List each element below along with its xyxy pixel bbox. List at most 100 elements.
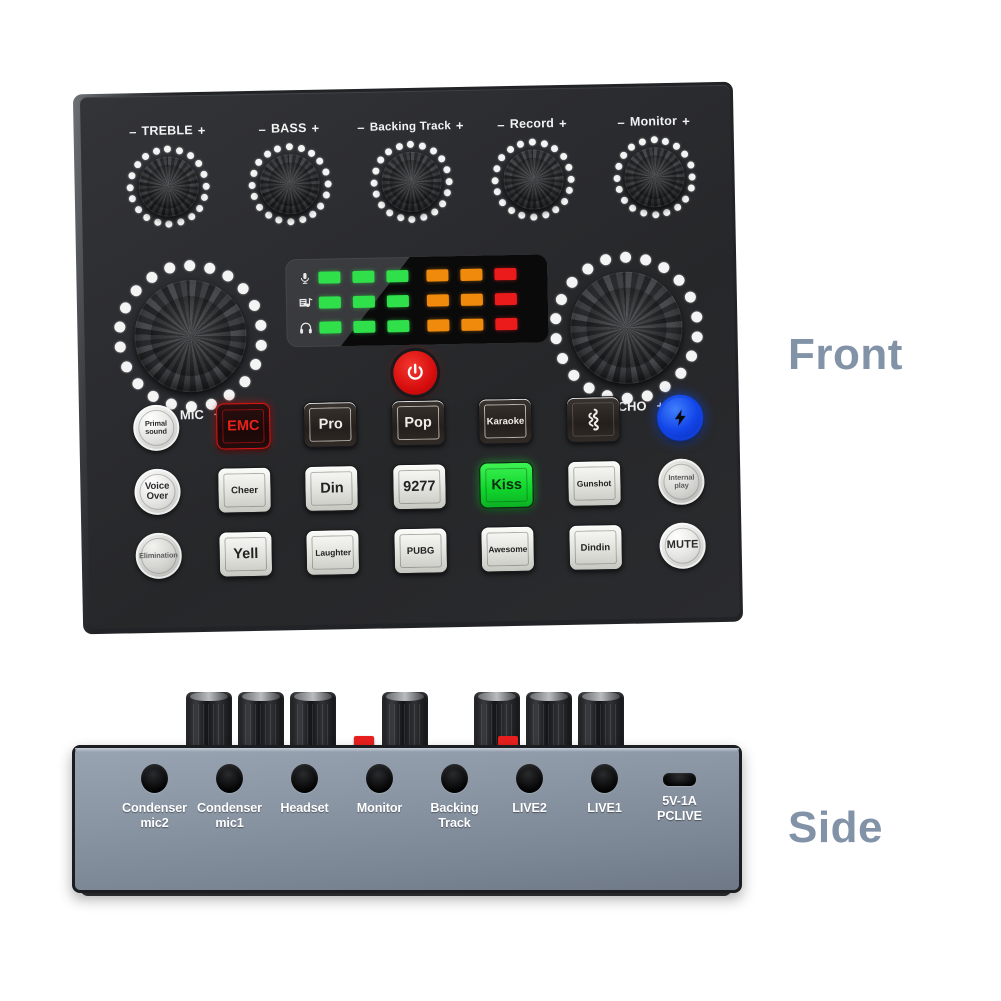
pop-button[interactable]: Pop [390, 399, 446, 447]
pubg-button-label: PUBG [406, 545, 435, 557]
led-orange-1-4 [426, 269, 449, 282]
knob-led-dot [507, 206, 516, 215]
emc-button[interactable]: EMC [215, 402, 271, 450]
knob-led-dot [675, 367, 687, 380]
knob-led-dot [274, 144, 282, 153]
knob-led-dot [673, 203, 682, 211]
cheer-button[interactable]: Cheer [217, 466, 273, 514]
dindin-button[interactable]: Dindin [567, 523, 623, 571]
led-row-3 [295, 313, 538, 338]
record-knob[interactable] [490, 137, 576, 223]
led-orange-2-5 [460, 293, 484, 306]
internal-play-button[interactable]: Internal play [658, 458, 705, 506]
jack-hole-icon [516, 764, 543, 793]
kiss-button-label: Kiss [491, 476, 523, 494]
knob-led-dot [239, 376, 251, 388]
primal-sound-button[interactable]: Primal sound [132, 404, 180, 452]
button-row-2: Voice Over Cheer Din 9277 Kiss Gunshot Internal… [113, 449, 726, 525]
gunshot-button[interactable]: Gunshot [566, 459, 622, 507]
cheer-button-label: Cheer [231, 484, 259, 496]
lightning-effect-button[interactable] [656, 394, 704, 442]
jack-hole-icon [216, 764, 243, 793]
bass-knob[interactable] [247, 141, 333, 227]
backing-track-knob[interactable] [369, 139, 455, 225]
grid-cell: Dindin [551, 523, 639, 572]
condenser-mic2-port[interactable]: Condenser mic2 [117, 764, 192, 876]
knob-led-dot [184, 259, 196, 271]
knob-led-dot [650, 135, 658, 143]
awesome-button[interactable]: Awesome [480, 525, 536, 573]
knob-led-dot [685, 350, 698, 363]
din-button[interactable]: Din [304, 464, 360, 512]
yell-button[interactable]: Yell [218, 530, 274, 578]
9277-button[interactable]: 9277 [391, 463, 447, 511]
elimination-button[interactable]: Elimination [135, 532, 182, 580]
knob-led-dot [491, 176, 499, 184]
led-orange-3-4 [427, 319, 450, 332]
knob-led-dot [685, 291, 697, 304]
knob-led-dot [285, 142, 293, 150]
knob-led-dot [131, 377, 144, 389]
device-face: – TREBLE + – BASS + – Backing Track + – Record + – Mo… [79, 84, 741, 630]
mic-knob[interactable] [111, 257, 270, 416]
side-knob-1[interactable] [186, 692, 232, 752]
front-panel-device: – TREBLE + – BASS + – Backing Track + – Record + – Mo… [72, 81, 744, 635]
knob-led-dot [255, 339, 267, 351]
led-green-3-2 [353, 320, 376, 334]
echo-knob[interactable] [547, 248, 706, 407]
monitor-port[interactable]: Monitor [342, 764, 417, 876]
voice-over-button-label: Over [146, 490, 169, 503]
port-row: Condenser mic2 Condenser mic1 Headset Monit… [117, 764, 717, 876]
headset-port[interactable]: Headset [267, 764, 342, 876]
condenser-mic1-port[interactable]: Condenser mic1 [192, 764, 267, 876]
backing-track-plus-sign: + [455, 117, 464, 133]
grid-cell: Kiss [463, 461, 551, 509]
side-knob-2[interactable] [238, 692, 284, 752]
grid-cell: Pro [287, 400, 375, 449]
grid-cell [636, 394, 724, 442]
pubg-button[interactable]: PUBG [393, 527, 448, 575]
condenser-mic1-port-label: Condenser mic1 [197, 801, 262, 830]
treble-knob[interactable] [126, 144, 212, 230]
side-knob-3[interactable] [290, 692, 336, 752]
side-knob-4[interactable] [382, 692, 428, 752]
grid-cell: Elimination [114, 532, 202, 580]
knob-cell-record: – Record + [471, 113, 595, 251]
pro-button[interactable]: Pro [303, 400, 359, 449]
jack-hole-icon [441, 764, 468, 793]
backing-track-port[interactable]: Backing Track [417, 764, 492, 876]
treble-label-text: TREBLE [141, 123, 193, 139]
voice-over-button[interactable]: Voice Over [133, 468, 181, 516]
karaoke-button[interactable]: Karaoke [478, 397, 533, 445]
live1-port-label: LIVE1 [587, 801, 622, 815]
kiss-button[interactable]: Kiss [479, 461, 535, 509]
led-rows [285, 254, 549, 347]
gunshot-button-label: Gunshot [576, 478, 612, 489]
led-green-3-1 [319, 321, 342, 334]
knob-led-dot [250, 169, 258, 177]
monitor-knob[interactable] [612, 134, 698, 220]
power-button[interactable] [392, 350, 438, 396]
yell-button-label: Yell [233, 545, 259, 563]
treble-minus-sign: – [129, 123, 137, 139]
side-knob-7[interactable] [578, 692, 624, 752]
bass-minus-sign: – [258, 121, 267, 137]
usb-power-port[interactable]: 5V-1A PCLIVE [642, 764, 717, 876]
primal-sound-button-label: sound [145, 426, 167, 437]
side-knob-6[interactable] [526, 692, 572, 752]
knob-led-dot [371, 167, 379, 175]
knob-led-dot [621, 196, 629, 204]
sound-effect-icon-button[interactable] [565, 395, 621, 443]
record-minus-sign: – [497, 116, 505, 132]
knob-led-dot [691, 331, 703, 343]
knob-led-dot [408, 216, 416, 224]
record-knob-body[interactable] [502, 148, 564, 211]
mute-button[interactable]: MUTE [659, 522, 707, 570]
knob-led-dot [143, 213, 151, 222]
knob-led-dot [663, 209, 671, 217]
live2-port[interactable]: LIVE2 [492, 764, 567, 876]
knob-led-dot [297, 144, 305, 152]
music-sheet-icon [295, 295, 315, 311]
laughter-button[interactable]: Laughter [305, 528, 361, 576]
live1-port[interactable]: LIVE1 [567, 764, 642, 876]
